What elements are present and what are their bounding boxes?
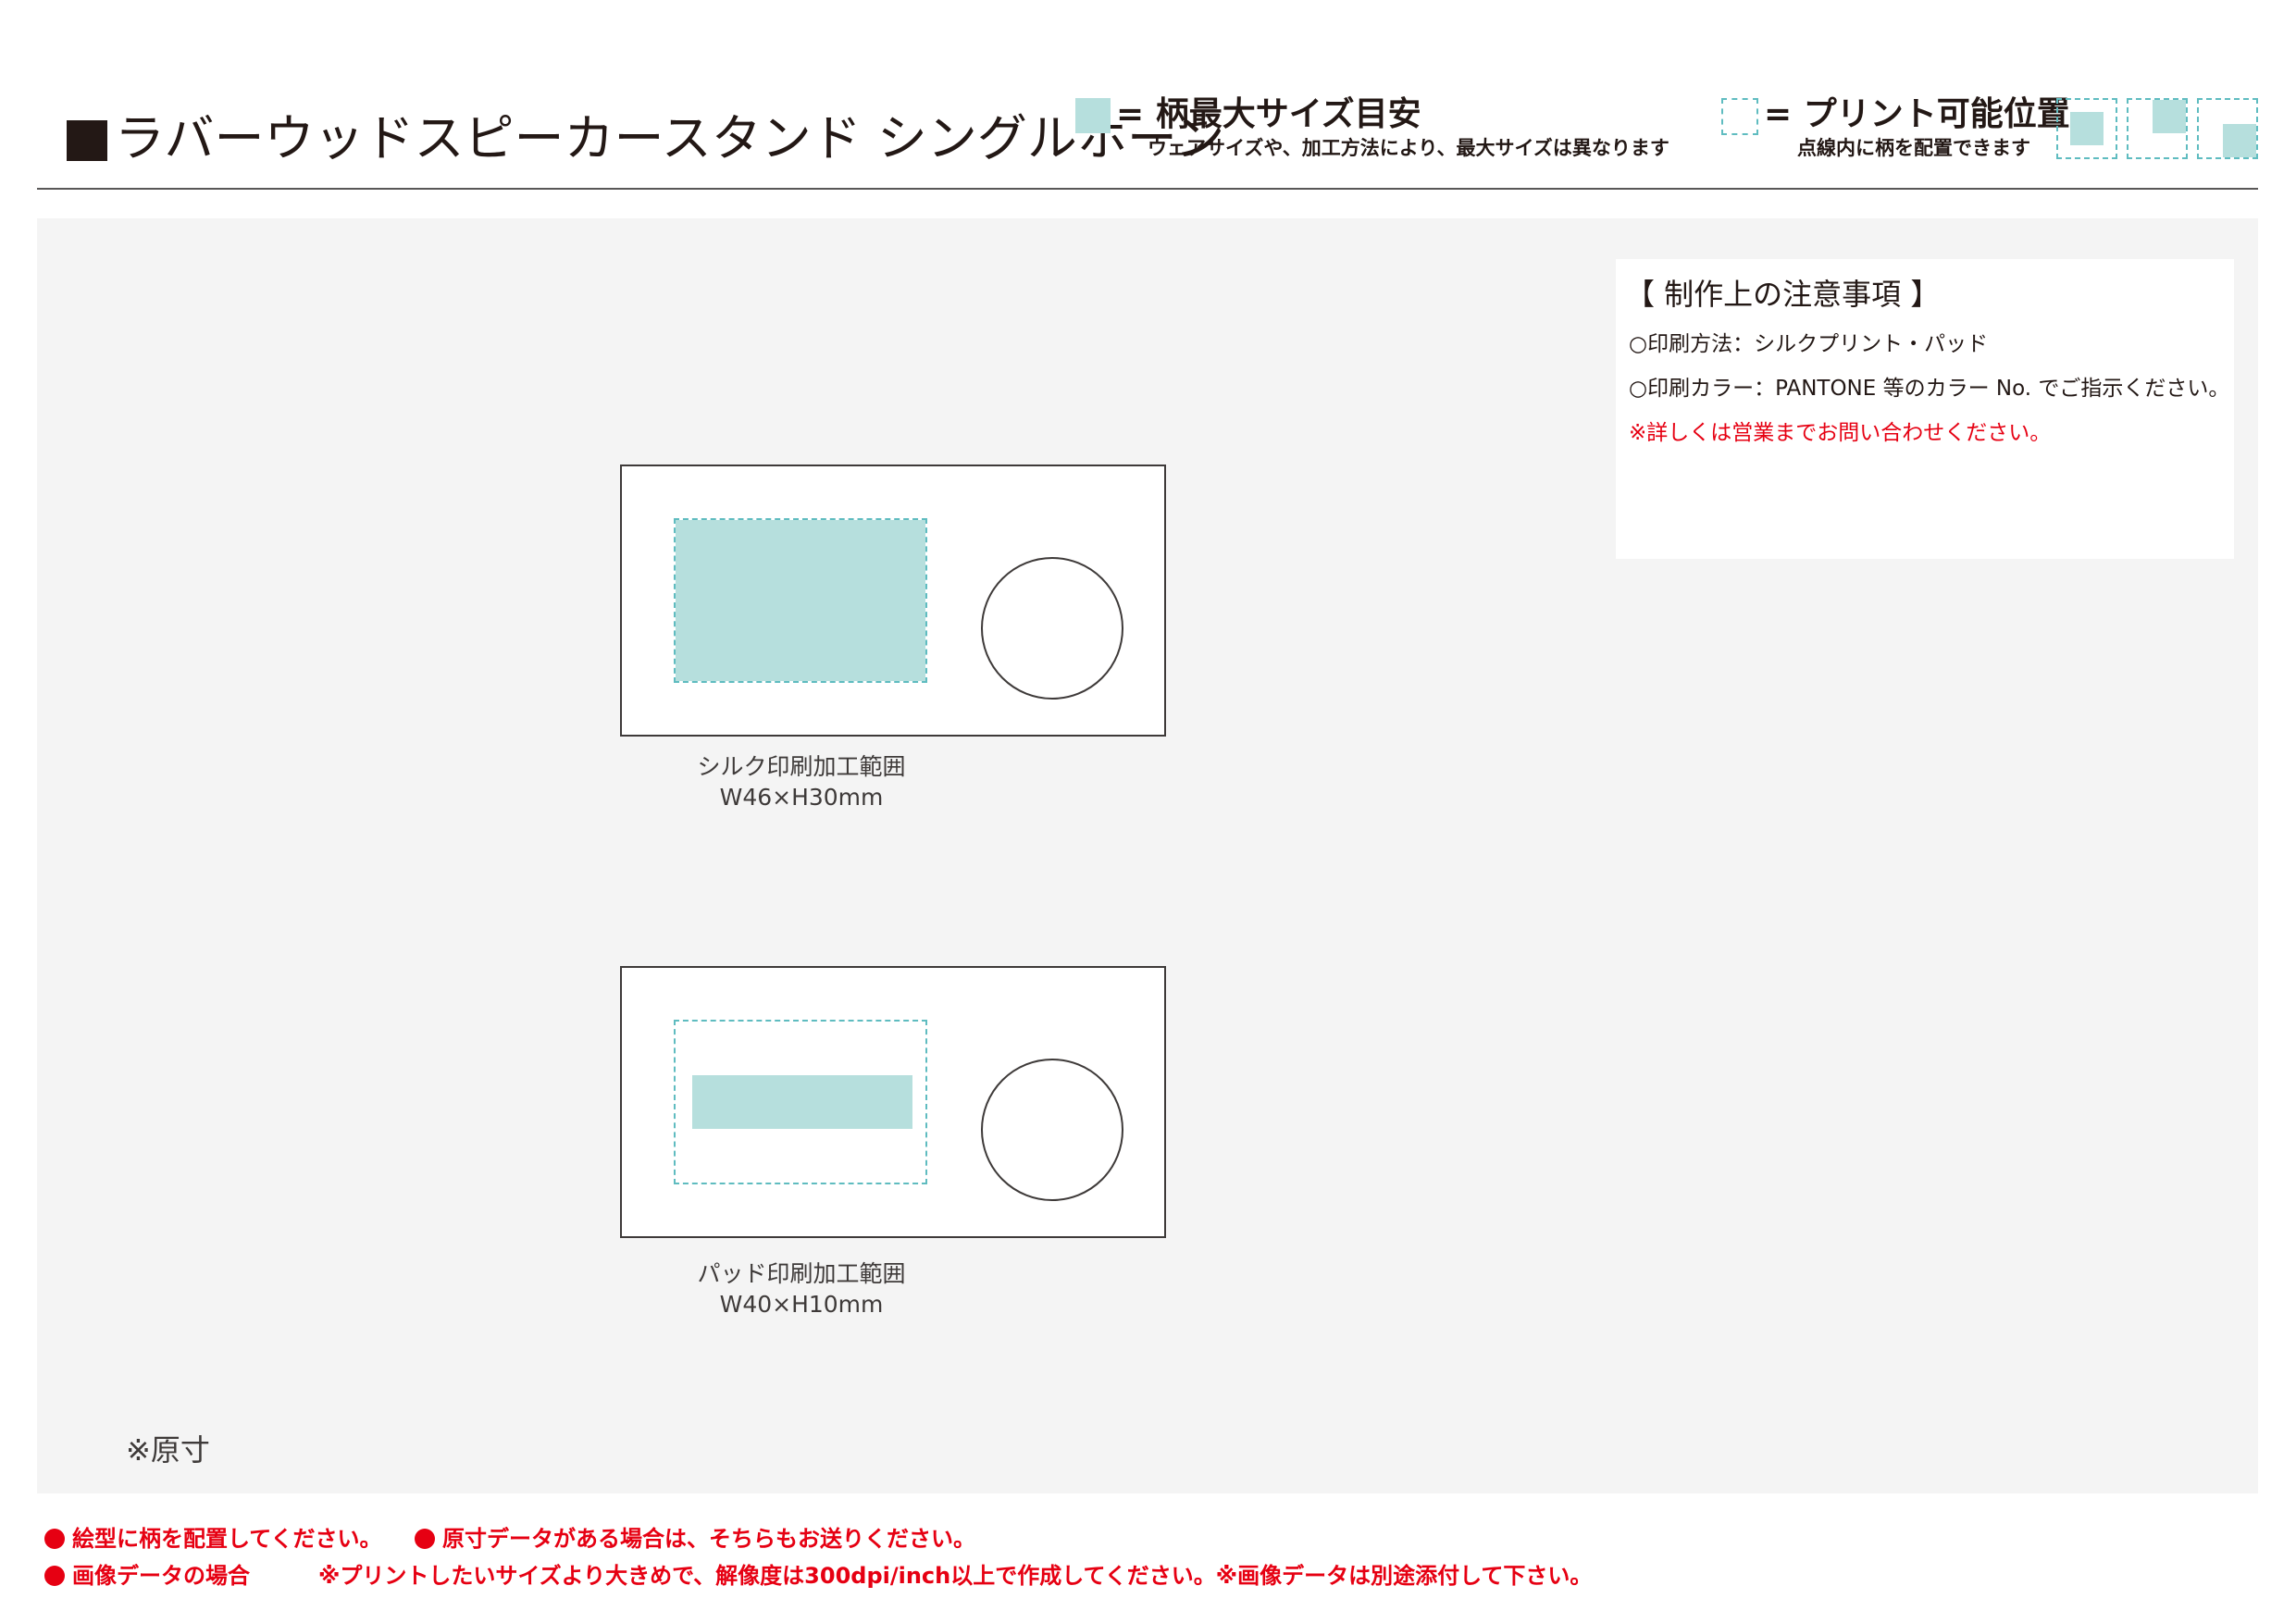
header-divider	[37, 188, 2258, 190]
production-notes-title: 【 制作上の注意事項 】	[1625, 277, 1941, 312]
speaker-hole	[981, 557, 1123, 700]
silk-caption-name: シルク印刷加工範囲	[697, 753, 906, 780]
silk-caption-size: W46×H30mm	[719, 784, 884, 811]
silk-design-area	[676, 520, 925, 681]
design-size-legend-description: ウェアサイズや、加工方法により、最大サイズは異なります	[1148, 137, 1669, 159]
footer-instruction-3: 画像データの場合	[44, 1560, 250, 1592]
bullet-dot-icon	[44, 1529, 65, 1549]
note-contact: ※詳しくは営業までお問い合わせください。	[1629, 421, 2052, 445]
bullet-dot-icon	[44, 1566, 65, 1586]
silk-caption: シルク印刷加工範囲 W46×H30mm	[616, 751, 987, 812]
placement-example-top-right	[2127, 98, 2188, 159]
pad-caption-name: パッド印刷加工範囲	[697, 1260, 906, 1287]
silk-print-area	[674, 518, 927, 683]
footer-text: 画像データの場合	[72, 1563, 250, 1589]
page-title: ラバーウッドスピーカースタンド シングルホーン	[115, 109, 1225, 167]
design-size-swatch	[1075, 98, 1111, 133]
speaker-hole	[981, 1059, 1123, 1201]
design-size-legend-label: = 柄最大サイズ目安	[1116, 95, 1421, 133]
footer-text: 原寸データがある場合は、そちらもお送りください。	[442, 1526, 975, 1552]
footer-instruction-1: 絵型に柄を配置してください。	[44, 1523, 382, 1555]
placement-example-bottom-right	[2197, 98, 2258, 159]
pad-design-area	[692, 1075, 912, 1129]
print-area-legend-label: = プリント可能位置	[1764, 95, 2070, 133]
footer-instruction-2: 原寸データがある場合は、そちらもお送りください。	[415, 1523, 975, 1555]
print-area-swatch	[1721, 98, 1758, 135]
bullet-dot-icon	[415, 1529, 435, 1549]
note-print-color: ○印刷カラー：PANTONE 等のカラー No. でご指示ください。	[1629, 377, 2230, 401]
pad-print-area	[674, 1020, 927, 1184]
print-area-legend-description: 点線内に柄を配置できます	[1797, 137, 2030, 159]
footer-text: 絵型に柄を配置してください。	[72, 1526, 382, 1552]
placement-example-center	[2056, 98, 2117, 159]
title-square-mark	[67, 120, 107, 161]
pad-caption: パッド印刷加工範囲 W40×H10mm	[616, 1258, 987, 1319]
pad-caption-size: W40×H10mm	[719, 1291, 884, 1318]
footer-instruction-4: ※プリントしたいサイズより大きめで、解像度は300dpi/inch以上で作成して…	[318, 1563, 1593, 1589]
note-print-method: ○印刷方法：シルクプリント・パッド	[1629, 332, 1989, 356]
product-outline-pad	[620, 966, 1166, 1238]
actual-size-note: ※原寸	[126, 1432, 210, 1468]
product-outline-silk	[620, 465, 1166, 737]
